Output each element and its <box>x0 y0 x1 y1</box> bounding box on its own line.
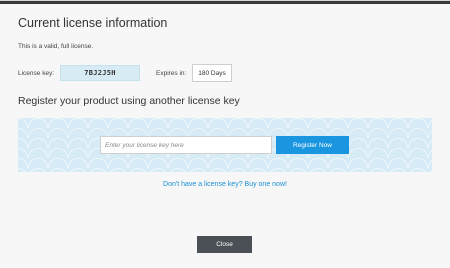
current-license-heading: Current license information <box>18 16 168 30</box>
register-heading: Register your product using another lice… <box>18 95 240 107</box>
license-key-label: License key: <box>18 70 55 77</box>
window-top-border <box>0 1 450 4</box>
license-status-text: This is a valid, full license. <box>18 43 94 50</box>
expires-value: 180 Days <box>192 64 232 82</box>
expires-label: Expires in: <box>156 70 187 77</box>
buy-license-link[interactable]: Don't have a license key? Buy one now! <box>0 181 450 188</box>
license-key-value: 7BJ2J5H <box>60 65 140 81</box>
license-dialog: Current license information This is a va… <box>0 0 450 268</box>
close-button[interactable]: Close <box>197 236 252 253</box>
register-now-button[interactable]: Register Now <box>276 136 349 154</box>
license-key-input[interactable] <box>100 136 272 154</box>
